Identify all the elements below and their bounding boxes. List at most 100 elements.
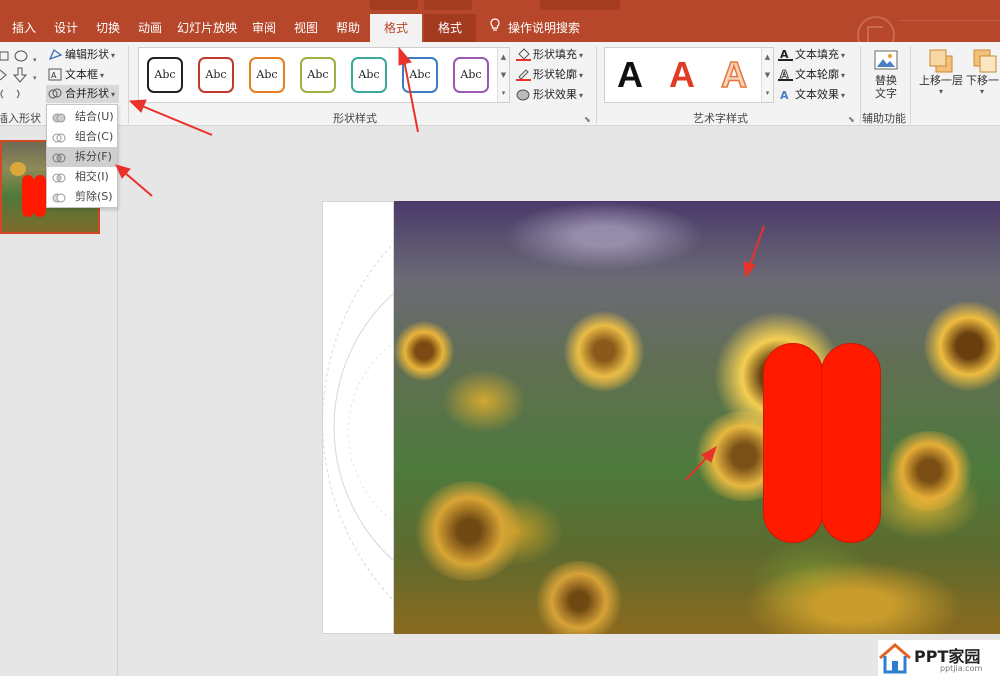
alt-text-label-1: 替换: [875, 74, 897, 87]
menu-item-label: 结合(U): [75, 110, 114, 123]
tell-me-search[interactable]: 操作说明搜索: [488, 14, 580, 42]
menu-item-label: 组合(C): [75, 130, 114, 143]
edit-shape-button[interactable]: 编辑形状 ▾: [48, 46, 115, 64]
text-outline-button[interactable]: A 文本轮廓 ▾: [778, 66, 845, 84]
group-divider: [596, 46, 597, 124]
sunflower: [414, 481, 524, 581]
house-logo-icon: [879, 643, 911, 674]
tab-slideshow[interactable]: 幻灯片放映: [176, 14, 238, 42]
ribbon-tab-bar: 插入 设计 切换 动画 幻灯片放映 审阅 视图 帮助 格式 格式 操作说明搜索: [0, 14, 1000, 54]
menu-item-subtract[interactable]: 剪除(S): [47, 187, 117, 207]
insert-shapes-group-label: 插入形状: [0, 112, 41, 125]
merge-shapes-icon: [48, 87, 63, 100]
slide-decorative-arcs: [323, 243, 393, 601]
svg-text:▾: ▾: [33, 74, 37, 82]
merge-shapes-label: 合并形状: [65, 87, 109, 100]
send-backward-label: 下移一: [966, 74, 999, 87]
tell-me-label: 操作说明搜索: [508, 21, 581, 35]
thumbnail-flower: [10, 162, 26, 176]
intersect-icon: [52, 171, 66, 183]
wordart-gallery-scroller[interactable]: ▲ ▼ ▾: [761, 48, 773, 102]
menu-item-label: 拆分(F): [75, 150, 112, 163]
sunflower: [924, 301, 1000, 391]
svg-text:▾: ▾: [33, 56, 37, 64]
wordart-swatch-2[interactable]: A: [669, 54, 695, 96]
alt-text-icon: [873, 48, 899, 74]
shape-fill-button[interactable]: 形状填充 ▾: [516, 46, 583, 64]
shape-style-swatch-4[interactable]: Abc: [300, 57, 336, 93]
subtract-icon: [52, 191, 66, 203]
merge-shapes-menu: 结合(U) 组合(C) 拆分(F) 相交(I) 剪除(S): [46, 104, 118, 208]
fragment-icon: [52, 151, 66, 163]
text-fill-label: 文本填充: [795, 48, 839, 61]
text-effects-icon: A: [778, 88, 793, 102]
tab-help[interactable]: 帮助: [332, 14, 364, 42]
svg-text:A: A: [780, 89, 789, 101]
tab-animations[interactable]: 动画: [134, 14, 166, 42]
shape-styles-launcher[interactable]: ⬊: [584, 111, 591, 129]
wordart-swatch-3[interactable]: A: [720, 53, 748, 96]
shape-style-swatch-3[interactable]: Abc: [249, 57, 285, 93]
shape-outline-button[interactable]: 形状轮廓 ▾: [516, 66, 583, 84]
red-rounded-shape-right[interactable]: [821, 343, 881, 543]
send-backward-caret: ▾: [980, 87, 985, 96]
shape-styles-group-label: 形状样式: [333, 112, 377, 125]
text-effects-label: 文本效果: [795, 88, 839, 101]
red-rounded-shape-left[interactable]: [763, 343, 823, 543]
shape-styles-gallery[interactable]: Abc Abc Abc Abc Abc Abc Abc ▲ ▼ ▾: [138, 47, 510, 103]
combine-icon: [52, 131, 66, 143]
text-fill-icon: A: [778, 48, 793, 61]
shape-style-swatch-6[interactable]: Abc: [402, 57, 438, 93]
svg-text:A: A: [51, 71, 57, 80]
bring-forward-button[interactable]: 上移一层 ▾: [916, 46, 966, 108]
wordart-launcher[interactable]: ⬊: [848, 111, 855, 129]
background-blur: [504, 201, 704, 271]
sunflower: [534, 561, 624, 634]
shape-style-swatch-7[interactable]: Abc: [453, 57, 489, 93]
textbox-icon: A: [48, 68, 63, 81]
tab-transitions[interactable]: 切换: [92, 14, 124, 42]
menu-item-intersect[interactable]: 相交(I): [47, 167, 117, 187]
text-effects-button[interactable]: A 文本效果 ▾: [778, 86, 845, 104]
shape-fill-label: 形状填充: [533, 48, 577, 61]
menu-item-union[interactable]: 结合(U): [47, 107, 117, 127]
menu-item-combine[interactable]: 组合(C): [47, 127, 117, 147]
tab-format-picture[interactable]: 格式: [424, 14, 476, 42]
tab-review[interactable]: 审阅: [248, 14, 280, 42]
merge-shapes-button[interactable]: 合并形状 ▾: [46, 85, 120, 103]
tab-design[interactable]: 设计: [50, 14, 82, 42]
gallery-scroller[interactable]: ▲ ▼ ▾: [497, 48, 509, 102]
shape-style-swatch-2[interactable]: Abc: [198, 57, 234, 93]
wordart-swatch-1[interactable]: A: [617, 54, 643, 96]
wordart-gallery[interactable]: A A A ▲ ▼ ▾: [604, 47, 774, 103]
tab-format-drawing[interactable]: 格式: [370, 14, 422, 44]
alt-text-label-2: 文字: [875, 87, 897, 100]
textbox-button[interactable]: A 文本框 ▾: [48, 66, 104, 84]
sunflower-photo[interactable]: [394, 201, 1000, 634]
sunflower: [394, 321, 454, 381]
text-outline-label: 文本轮廓: [795, 68, 839, 81]
bring-forward-caret: ▾: [938, 87, 943, 96]
sunflower: [884, 431, 974, 511]
shape-effects-icon: [516, 88, 531, 101]
wordart-group-label: 艺术字样式: [693, 112, 748, 125]
shape-style-swatch-5[interactable]: Abc: [351, 57, 387, 93]
thumbnail-red-shape: [34, 175, 46, 217]
edit-shape-icon: [48, 48, 63, 61]
menu-item-fragment[interactable]: 拆分(F): [47, 147, 117, 167]
slide-left-margin: [322, 201, 394, 634]
tab-insert[interactable]: 插入: [8, 14, 40, 42]
textbox-label: 文本框: [65, 68, 98, 81]
pptjia-watermark: PPT家园 pptjia.com: [878, 640, 1000, 676]
alt-text-button[interactable]: 替换 文字: [866, 46, 906, 108]
shape-style-swatch-1[interactable]: Abc: [147, 57, 183, 93]
tab-view[interactable]: 视图: [290, 14, 322, 42]
shape-effects-button[interactable]: 形状效果 ▾: [516, 86, 583, 104]
accessibility-group-label: 辅助功能: [862, 112, 906, 125]
insert-shapes-gallery[interactable]: ▾ ▾: [0, 46, 40, 106]
group-divider: [128, 46, 129, 124]
text-fill-button[interactable]: A 文本填充 ▾: [778, 46, 845, 64]
title-bar-segment: [370, 0, 418, 10]
send-backward-button[interactable]: 下移一 ▾: [966, 46, 1000, 108]
shape-gallery-icon: ▾ ▾: [0, 50, 37, 99]
